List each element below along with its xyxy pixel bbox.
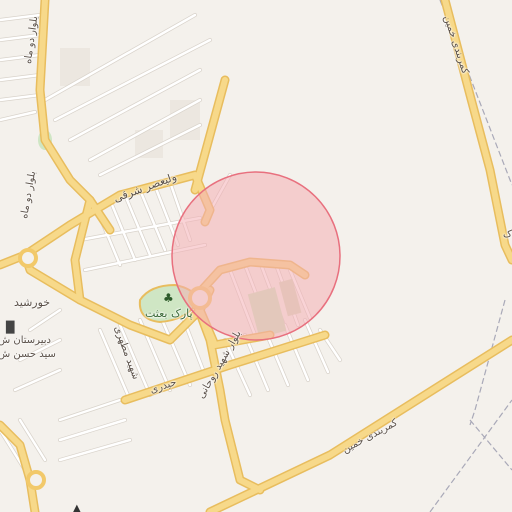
place-label-school-2: سید حسن ش bbox=[0, 349, 56, 360]
graduation-cap-icon: ▲ bbox=[73, 503, 81, 512]
school-icon: █ bbox=[6, 321, 15, 334]
map-canvas[interactable] bbox=[0, 0, 512, 512]
map-view[interactable]: بلوار دو ماه بلوار دو ماه ولیعصر شرقی خو… bbox=[0, 0, 512, 512]
place-label-park-besat[interactable]: پارک بعثت bbox=[145, 308, 193, 319]
road-label-right-edge: ک bbox=[503, 229, 512, 240]
tree-icon: ♣ bbox=[163, 291, 174, 305]
place-label-school[interactable]: دبیرستان ش bbox=[0, 336, 51, 346]
search-radius-circle[interactable] bbox=[171, 171, 341, 341]
place-label-khorshid: خورشید bbox=[14, 296, 51, 309]
